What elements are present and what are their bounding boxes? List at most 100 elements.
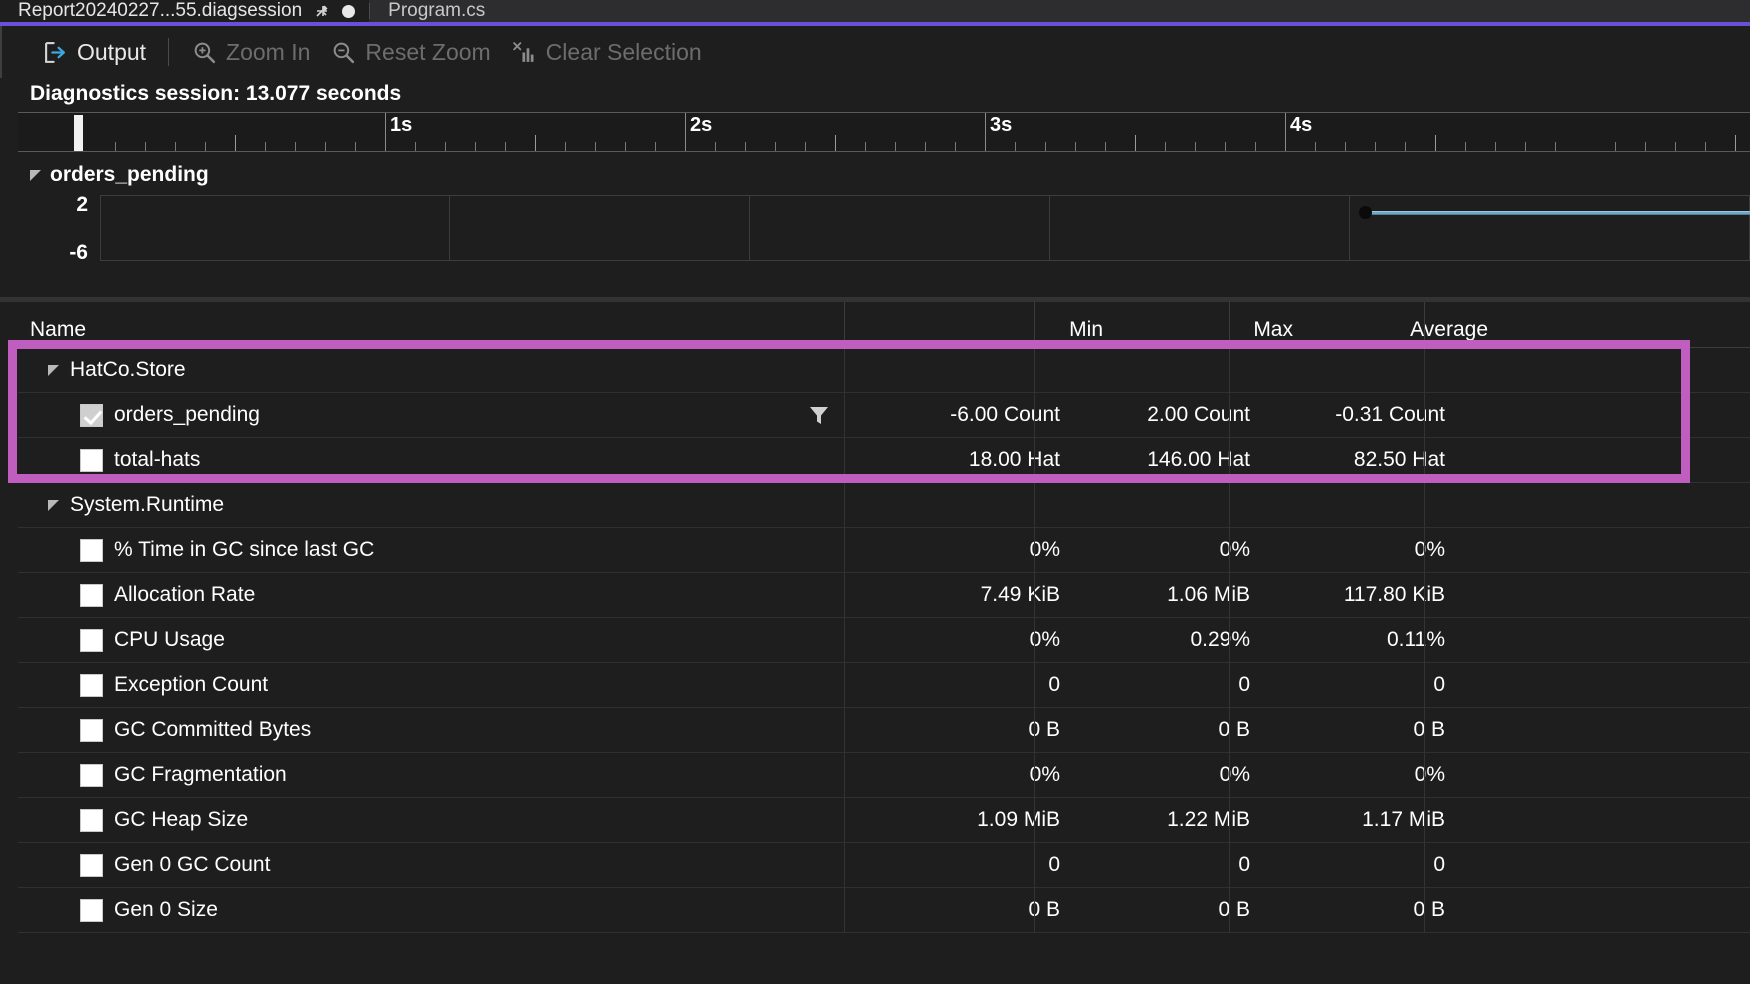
ruler-minor-tick (1315, 142, 1316, 151)
table-header-row: Name Min Max Average (18, 302, 1750, 348)
column-header-max[interactable]: Max (1108, 318, 1293, 342)
table-row[interactable]: orders_pending -6.00 Count 2.00 Count -0.31… (18, 393, 1750, 438)
ruler-minor-tick (1405, 142, 1406, 151)
column-header-min[interactable]: Min (918, 318, 1103, 342)
graph-header[interactable]: orders_pending (30, 163, 209, 187)
ruler-minor-tick (835, 135, 836, 151)
cell-min: 0 (1048, 673, 1060, 696)
ruler-minor-tick (775, 142, 776, 151)
table-row[interactable]: total-hats 18.00 Hat 146.00 Hat 82.50 Hat (18, 438, 1750, 483)
counter-visibility-checkbox[interactable] (80, 808, 103, 832)
series-line-orders-pending (1369, 211, 1750, 215)
plot-gridline (1049, 196, 1050, 260)
zoom-in-button[interactable]: Zoom In (181, 35, 320, 70)
counter-visibility-checkbox[interactable] (80, 853, 103, 877)
table-row[interactable]: CPU Usage 0% 0.29% 0.11% (18, 618, 1750, 663)
cell-average: 1.17 MiB (1362, 808, 1445, 831)
diagnostics-toolbar: Output Zoom In Reset Zoom Clear Selectio… (0, 26, 1750, 78)
unsaved-dot-icon[interactable] (342, 4, 356, 18)
counter-visibility-checkbox[interactable] (80, 718, 103, 742)
cell-min: 18.00 Hat (968, 448, 1060, 471)
table-row[interactable]: GC Heap Size 1.09 MiB 1.22 MiB 1.17 MiB (18, 798, 1750, 843)
column-divider[interactable] (1229, 302, 1230, 348)
filter-funnel-icon[interactable] (808, 404, 830, 426)
counter-visibility-checkbox[interactable] (80, 673, 103, 697)
tab-diagsession-report[interactable]: Report20240227...55.diagsession (0, 0, 370, 22)
plot-gridline (749, 196, 750, 260)
collapse-triangle-icon[interactable] (48, 364, 59, 376)
column-divider[interactable] (1034, 302, 1035, 348)
cell-average: 0.11% (1387, 628, 1445, 651)
pin-icon[interactable] (314, 3, 330, 19)
table-row[interactable]: Allocation Rate 7.49 KiB 1.06 MiB 117.80 Ki… (18, 573, 1750, 618)
graph-y-max-label: 2 (76, 193, 88, 216)
output-arrow-icon (42, 39, 68, 65)
counter-name-label: CPU Usage (114, 628, 225, 651)
timeline-playhead[interactable] (74, 115, 83, 151)
cell-min: 0% (1029, 763, 1060, 786)
table-row[interactable]: GC Committed Bytes 0 B 0 B 0 B (18, 708, 1750, 753)
cell-average: 0 (1433, 853, 1445, 876)
counter-visibility-checkbox[interactable] (80, 403, 103, 427)
ruler-minor-tick (295, 142, 296, 151)
ruler-minor-tick (1255, 142, 1256, 151)
graph-y-min-label: -6 (69, 241, 88, 264)
counter-name-cell: GC Fragmentation (18, 763, 287, 787)
editor-tab-strip: Report20240227...55.diagsession Program.… (0, 0, 1750, 22)
counter-visibility-checkbox[interactable] (80, 628, 103, 652)
cell-max: 0% (1219, 763, 1250, 786)
counter-visibility-checkbox[interactable] (80, 448, 103, 472)
ruler-minor-tick (1375, 142, 1376, 151)
ruler-minor-tick (355, 142, 356, 151)
counter-visibility-checkbox[interactable] (80, 538, 103, 562)
clear-selection-button[interactable]: Clear Selection (501, 35, 712, 70)
table-row[interactable]: Exception Count 0 0 0 (18, 663, 1750, 708)
diagnostics-session-label: Diagnostics session: 13.077 seconds (30, 82, 402, 105)
counter-name-label: GC Fragmentation (114, 763, 287, 786)
collapse-triangle-icon[interactable] (48, 499, 59, 511)
series-data-point[interactable] (1359, 206, 1372, 219)
counter-visibility-checkbox[interactable] (80, 583, 103, 607)
ruler-minor-tick (415, 142, 416, 151)
reset-zoom-button-label: Reset Zoom (365, 38, 491, 65)
column-divider (844, 663, 845, 708)
table-group-row[interactable]: HatCo.Store (18, 348, 1750, 393)
ruler-minor-tick (955, 142, 956, 151)
column-divider (1424, 438, 1425, 483)
column-header-name[interactable]: Name (30, 318, 86, 342)
magnifier-minus-icon (330, 39, 356, 65)
timeline-ruler[interactable]: 1s 2s 3s 4s (18, 112, 1750, 152)
output-button[interactable]: Output (32, 35, 156, 70)
table-row[interactable]: % Time in GC since last GC 0% 0% 0% (18, 528, 1750, 573)
counter-name-cell: % Time in GC since last GC (18, 538, 374, 562)
column-divider (1424, 348, 1425, 393)
column-divider[interactable] (1424, 302, 1425, 348)
ruler-minor-tick (535, 135, 536, 151)
column-divider (1424, 393, 1425, 438)
graph-plot-area[interactable] (100, 195, 1750, 261)
cell-min: 7.49 KiB (980, 583, 1060, 606)
toolbar-divider (168, 38, 170, 66)
table-row[interactable]: GC Fragmentation 0% 0% 0% (18, 753, 1750, 798)
column-divider (1229, 708, 1230, 753)
cell-max: 1.22 MiB (1167, 808, 1250, 831)
tab-label: Program.cs (388, 0, 486, 21)
reset-zoom-button[interactable]: Reset Zoom (320, 35, 500, 70)
column-header-average[interactable]: Average (1303, 318, 1488, 342)
table-row[interactable]: Gen 0 Size 0 B 0 B 0 B (18, 888, 1750, 933)
counter-visibility-checkbox[interactable] (80, 763, 103, 787)
counter-visibility-checkbox[interactable] (80, 898, 103, 922)
column-divider (1034, 798, 1035, 843)
collapse-triangle-icon[interactable] (30, 169, 41, 181)
ruler-minor-tick (1435, 135, 1436, 151)
ruler-minor-tick (1105, 142, 1106, 151)
ruler-minor-tick (235, 135, 236, 151)
column-divider (1424, 888, 1425, 933)
table-row[interactable]: Gen 0 GC Count 0 0 0 (18, 843, 1750, 888)
tab-program-cs[interactable]: Program.cs (370, 0, 500, 22)
ruler-minor-tick (1345, 142, 1346, 151)
table-group-row[interactable]: System.Runtime (18, 483, 1750, 528)
column-divider (844, 483, 845, 528)
column-divider[interactable] (844, 302, 845, 348)
column-divider (1424, 618, 1425, 663)
